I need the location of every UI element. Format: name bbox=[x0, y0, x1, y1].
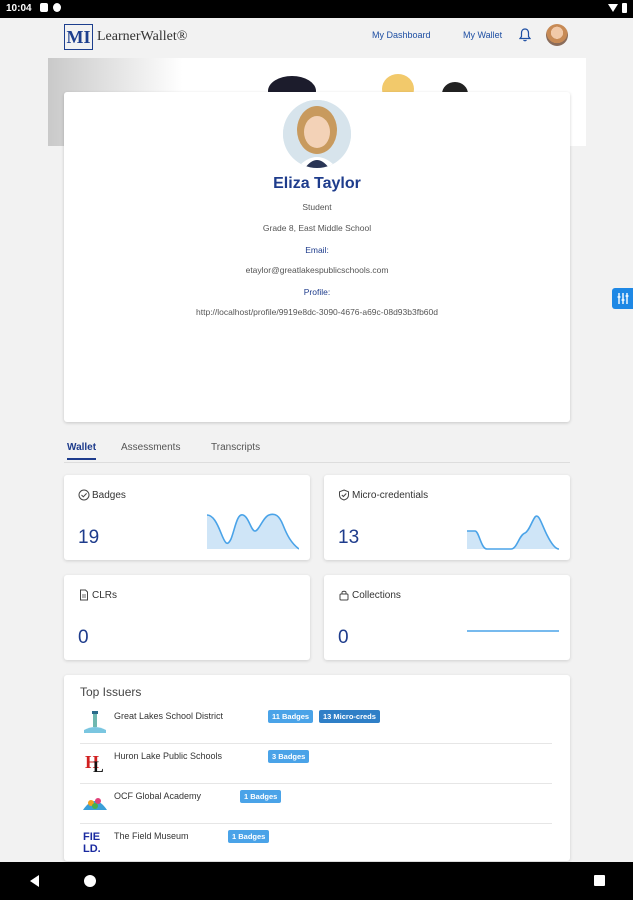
lock-icon bbox=[339, 590, 349, 601]
profile-card: Eliza Taylor Student Grade 8, East Middl… bbox=[64, 92, 570, 422]
status-bar: 10:04 bbox=[0, 0, 633, 18]
top-issuers-title: Top Issuers bbox=[80, 685, 142, 699]
svg-text:FIE: FIE bbox=[83, 831, 100, 843]
globe-logo-icon bbox=[83, 798, 107, 810]
system-nav-bar bbox=[0, 862, 633, 900]
badges-count: 19 bbox=[78, 527, 100, 548]
nav-my-wallet[interactable]: My Wallet bbox=[463, 30, 502, 40]
logo-mark: MI bbox=[64, 24, 93, 50]
collections-label: Collections bbox=[352, 589, 401, 601]
nav-my-dashboard[interactable]: My Dashboard bbox=[372, 30, 431, 40]
tab-wallet[interactable]: Wallet bbox=[67, 442, 97, 460]
issuer-row[interactable]: H L Huron Lake Public Schools 3 Badges bbox=[80, 743, 552, 784]
bell-icon[interactable] bbox=[519, 28, 531, 42]
badges-count-pill: 11 Badges bbox=[268, 710, 314, 723]
check-circle-icon bbox=[78, 489, 90, 501]
field-logo-icon: FIE LD. bbox=[83, 831, 101, 854]
micro-credentials-card-title: Micro-credentials bbox=[338, 489, 428, 501]
back-icon[interactable] bbox=[30, 875, 39, 887]
top-issuers-card: Top Issuers Great Lakes School District … bbox=[64, 675, 570, 861]
micro-credentials-card[interactable]: Micro-credentials 13 bbox=[324, 475, 570, 560]
app-notification-icon bbox=[53, 3, 61, 12]
app-header: MI LearnerWallet® My Dashboard My Wallet bbox=[0, 18, 633, 58]
lighthouse-icon bbox=[84, 711, 106, 733]
shield-check-icon bbox=[339, 489, 349, 501]
logo-text: LearnerWallet® bbox=[97, 29, 188, 44]
status-time: 10:04 bbox=[6, 3, 32, 14]
clrs-card[interactable]: CLRs 0 bbox=[64, 575, 310, 660]
micro-credentials-sparkline bbox=[467, 515, 559, 550]
badges-label: Badges bbox=[92, 489, 126, 501]
profile-name: Eliza Taylor bbox=[273, 175, 361, 192]
user-avatar[interactable] bbox=[546, 24, 568, 46]
badges-count-pill: 1 Badges bbox=[228, 830, 270, 843]
recents-icon[interactable] bbox=[594, 875, 605, 886]
tab-assessments[interactable]: Assessments bbox=[121, 442, 180, 453]
issuer-name: Huron Lake Public Schools bbox=[114, 751, 223, 761]
tab-transcripts[interactable]: Transcripts bbox=[211, 442, 260, 453]
battery-icon bbox=[622, 3, 627, 13]
micro-credentials-label: Micro-credentials bbox=[352, 489, 429, 501]
clrs-label: CLRs bbox=[92, 589, 118, 601]
collections-card[interactable]: Collections 0 bbox=[324, 575, 570, 660]
issuer-row[interactable]: FIE LD. The Field Museum 1 Badges bbox=[80, 823, 552, 861]
badges-card[interactable]: Badges 19 bbox=[64, 475, 310, 560]
clrs-count: 0 bbox=[78, 627, 89, 648]
svg-text:L: L bbox=[93, 759, 104, 774]
profile-url[interactable]: http://localhost/profile/9919e8dc-3090-4… bbox=[64, 307, 570, 317]
wifi-icon bbox=[608, 4, 618, 12]
notification-icons bbox=[40, 3, 61, 12]
system-icons bbox=[608, 3, 627, 13]
settings-sliders-button[interactable] bbox=[612, 288, 633, 309]
app-logo[interactable]: MI LearnerWallet® bbox=[64, 24, 187, 50]
profile-url-label: Profile: bbox=[303, 287, 331, 297]
profile-role: Student bbox=[302, 202, 332, 212]
issuer-name: The Field Museum bbox=[114, 831, 189, 841]
home-icon[interactable] bbox=[84, 875, 96, 887]
badges-sparkline bbox=[207, 513, 299, 550]
issuer-row[interactable]: Great Lakes School District 11 Badges 13… bbox=[80, 703, 552, 744]
profile-school: Grade 8, East Middle School bbox=[262, 223, 372, 233]
email-label: Email: bbox=[305, 245, 329, 255]
profile-photo bbox=[283, 100, 351, 168]
badges-count-pill: 1 Badges bbox=[240, 790, 282, 803]
badges-count-pill: 3 Badges bbox=[268, 750, 310, 763]
collections-card-title: Collections bbox=[338, 589, 401, 601]
collections-count: 0 bbox=[338, 627, 349, 648]
profile-email: etaylor@greatlakespublicschools.com bbox=[245, 265, 389, 275]
issuer-name: OCF Global Academy bbox=[114, 791, 202, 801]
issuer-name: Great Lakes School District bbox=[114, 711, 224, 721]
micro-credentials-count: 13 bbox=[338, 527, 360, 548]
sd-card-icon bbox=[40, 3, 48, 12]
svg-text:LD.: LD. bbox=[83, 843, 101, 854]
collections-sparkline bbox=[467, 630, 559, 632]
wallet-tabs: Wallet Assessments Transcripts bbox=[64, 440, 570, 463]
clrs-card-title: CLRs bbox=[78, 589, 117, 601]
badges-card-title: Badges bbox=[78, 489, 126, 501]
issuer-row[interactable]: OCF Global Academy 1 Badges bbox=[80, 783, 552, 824]
micro-creds-count-pill: 13 Micro-creds bbox=[319, 710, 380, 723]
sliders-icon bbox=[617, 293, 629, 304]
document-icon bbox=[80, 589, 88, 601]
hl-logo-icon: H L bbox=[85, 752, 104, 774]
